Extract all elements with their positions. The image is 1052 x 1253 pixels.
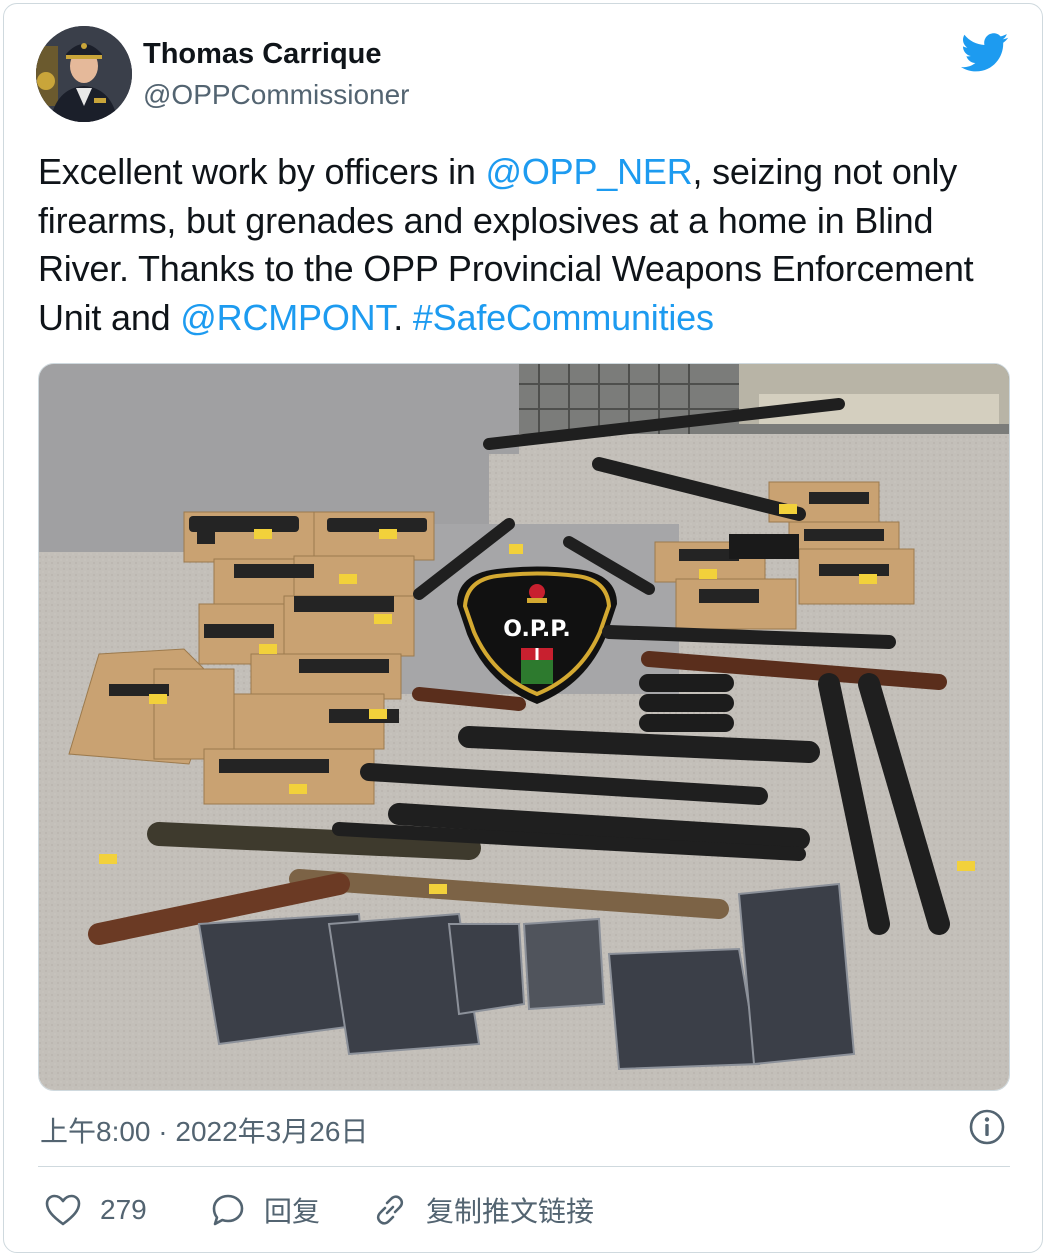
author-name[interactable]: Thomas Carrique (143, 38, 382, 71)
reply-button[interactable]: 回复 (210, 1188, 320, 1232)
author-avatar[interactable] (36, 26, 132, 122)
copy-link-button[interactable]: 复制推文链接 (372, 1188, 594, 1232)
copy-link-label: 复制推文链接 (426, 1196, 595, 1227)
like-count: 279 (100, 1194, 147, 1225)
reply-bubble-icon (212, 1194, 244, 1226)
tweet-timestamp[interactable]: 上午8:00 · 2022年3月26日 (40, 1110, 368, 1150)
link-icon (376, 1195, 404, 1225)
info-icon[interactable] (968, 1108, 1006, 1146)
opp-logo-text: O.P.P. (503, 617, 570, 642)
like-button[interactable]: 279 (44, 1188, 147, 1232)
seized-weapons-image: O.P.P. (39, 364, 1009, 1090)
twitter-bird-icon[interactable] (961, 33, 1009, 73)
heart-icon (45, 1194, 81, 1226)
tweet-photo[interactable]: O.P.P. (38, 363, 1010, 1091)
divider (38, 1166, 1010, 1167)
mention-opp-ner-link[interactable]: @OPP_NER (486, 151, 693, 192)
hashtag-safecommunities-link[interactable]: #SafeCommunities (413, 297, 714, 338)
reply-label: 回复 (264, 1196, 321, 1227)
tweet-text-segment: Excellent work by officers in (38, 151, 486, 192)
tweet-text-segment: . (393, 296, 413, 338)
author-handle[interactable]: @OPPCommissioner (143, 79, 409, 111)
tweet-text: Excellent work by officers in @OPP_NER, … (38, 148, 1028, 342)
mention-rcmpont-link[interactable]: @RCMPONT (180, 297, 393, 338)
